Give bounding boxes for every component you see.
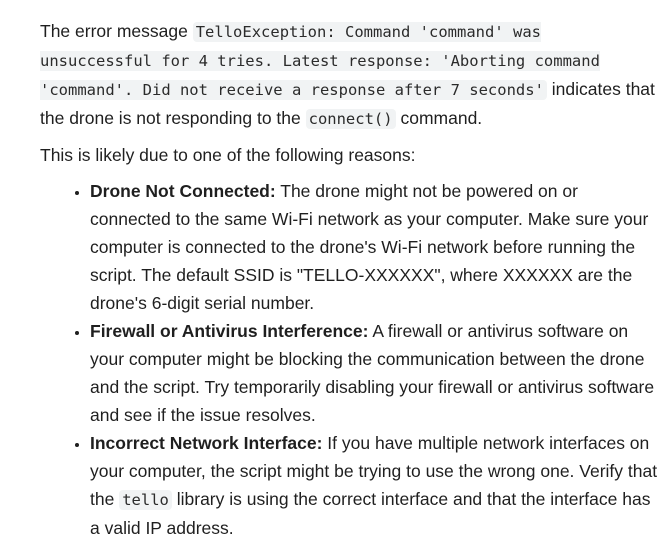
reason-title: Firewall or Antivirus Interference: <box>90 321 369 341</box>
list-item: Incorrect Network Interface: If you have… <box>90 429 662 542</box>
reason-title: Drone Not Connected: <box>90 181 276 201</box>
tello-code: tello <box>119 490 172 510</box>
reasons-intro: This is likely due to one of the followi… <box>40 145 416 165</box>
error-explanation-paragraph: The error message TelloException: Comman… <box>40 17 662 133</box>
chat-response: The error message TelloException: Comman… <box>40 17 662 542</box>
reason-title: Incorrect Network Interface: <box>90 433 323 453</box>
list-item: Drone Not Connected: The drone might not… <box>90 177 662 317</box>
intro-suffix: command. <box>395 108 483 128</box>
connect-code: connect() <box>305 109 396 129</box>
list-item: Firewall or Antivirus Interference: A fi… <box>90 317 662 429</box>
intro-prefix: The error message <box>40 21 193 41</box>
reason-text: library is using the correct interface a… <box>90 489 651 538</box>
reasons-list: Drone Not Connected: The drone might not… <box>40 177 662 542</box>
